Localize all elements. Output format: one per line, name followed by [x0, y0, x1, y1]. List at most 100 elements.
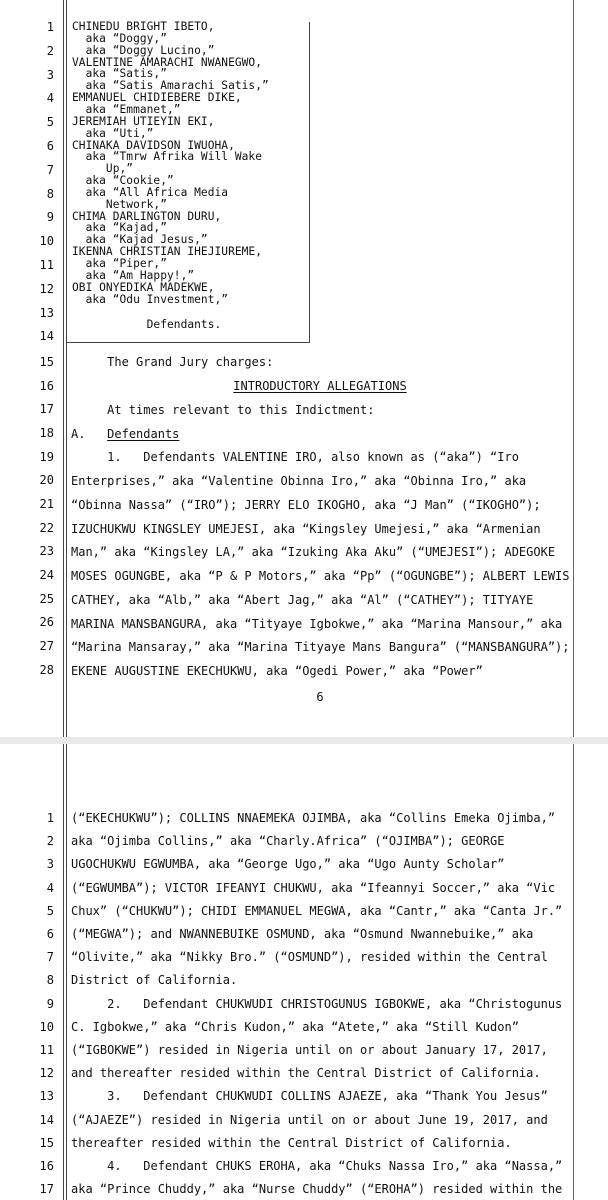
body-line-27: “Marina Mansaray,” aka “Marina Tityaye M… — [71, 640, 570, 654]
line-number: 8 — [46, 186, 54, 201]
line-number: 10 — [39, 234, 54, 249]
caption-line: aka “Doggy Lucino,” — [72, 43, 215, 57]
body-line: 2. Defendant CHUKWUDI CHRISTOGUNUS IGBOK… — [71, 996, 563, 1011]
body-line-19: 1. Defendants VALENTINE IRO, also known … — [71, 450, 519, 464]
line-number: 23 — [39, 544, 54, 559]
caption-line: Network,” — [72, 197, 167, 211]
caption-line: Defendants. — [72, 318, 222, 331]
line-number: 11 — [39, 1043, 54, 1057]
right-margin-rule — [573, 744, 574, 1200]
line-number: 3 — [46, 857, 54, 872]
document-page-6: 1 2 3 4 5 6 7 8 9 10 11 12 13 14 15 16 17 18 19 20 21 22 23 24 2… — [0, 0, 608, 737]
body-line-21: “Obinna Nassa” (“IRO”); JERRY ELO IKOGHO… — [71, 498, 541, 512]
body-line: and thereafter resided within the Centra… — [71, 1066, 541, 1081]
line-number: 7 — [46, 162, 54, 177]
body-line: thereafter resided within the Central Di… — [71, 1135, 512, 1150]
line-number: 15 — [39, 1135, 54, 1150]
line-number: 27 — [39, 639, 54, 654]
caption-line: aka “Am Happy!,” — [72, 268, 195, 282]
line-number: 7 — [46, 950, 54, 965]
line-number: 1 — [46, 20, 54, 34]
body-line: C. Igbokwe,” aka “Chris Kudon,” aka “Ate… — [71, 1019, 519, 1034]
line-number: 10 — [39, 1019, 54, 1034]
caption-line: aka “Emmanet,” — [72, 102, 181, 116]
line-number: 4 — [46, 91, 54, 106]
line-number: 11 — [39, 258, 54, 272]
defendants-subheading: Defendants — [107, 427, 180, 441]
line-number: 9 — [46, 210, 54, 225]
line-number: 8 — [46, 973, 54, 988]
subsection-a: A. Defendants — [71, 427, 179, 441]
body-line-25: CATHEY, aka “Alb,” aka “Abert Jag,” aka … — [71, 593, 534, 607]
body-line-22: IZUCHUKWU KINGSLEY UMEJESI, aka “Kingsle… — [71, 522, 541, 536]
line-number: 17 — [39, 1182, 54, 1197]
line-number: 21 — [39, 497, 54, 512]
body-line: District of California. — [71, 973, 238, 988]
introductory-allegations-heading: INTRODUCTORY ALLEGATIONS — [233, 379, 407, 393]
line-number: 26 — [39, 615, 54, 630]
body-line: (“EKECHUKWU”); COLLINS NNAEMEKA OJIMBA, … — [71, 811, 556, 825]
caption-line: aka “All Africa Media — [72, 185, 229, 199]
line-number: 16 — [39, 1159, 54, 1173]
line-number: 19 — [39, 449, 54, 464]
body-line: UGOCHUKWU EGWUMBA, aka “George Ugo,” aka… — [71, 857, 505, 872]
caption-line: aka “Doggy,” — [72, 31, 167, 45]
page-number: 6 — [316, 690, 324, 704]
left-margin-rule-inner — [66, 744, 67, 1200]
body-line-26: MARINA MANSBANGURA, aka “Tityaye Igbokwe… — [71, 617, 563, 631]
section-heading: INTRODUCTORY ALLEGATIONS — [67, 379, 573, 393]
times-relevant-line: At times relevant to this Indictment: — [71, 403, 375, 417]
body-line: aka “Prince Chuddy,” aka “Nurse Chuddy” … — [71, 1182, 563, 1197]
caption-line: aka “Uti,” — [72, 126, 154, 140]
body-line: (“IGBOKWE”) resided in Nigeria until on … — [71, 1043, 548, 1057]
body-line-23: Man,” aka “Kingsley LA,” aka “Izuking Ak… — [71, 545, 556, 559]
line-number: 2 — [46, 43, 54, 58]
body-line: “Olivite,” aka “Nikky Bro.” (“OSMUND”), … — [71, 950, 548, 965]
page-break — [0, 737, 608, 744]
line-number: 1 — [46, 811, 54, 825]
caption-box-bottom-border — [67, 342, 310, 343]
line-number: 20 — [39, 473, 54, 488]
line-number: 15 — [39, 355, 54, 369]
body-line-28: EKENE AUGUSTINE EKECHUKWU, aka “Ogedi Po… — [71, 664, 483, 678]
line-number: 6 — [46, 139, 54, 153]
line-number: 17 — [39, 402, 54, 417]
line-number: 12 — [39, 281, 54, 296]
body-line-20: Enterprises,” aka “Valentine Obinna Iro,… — [71, 474, 527, 488]
line-number: 4 — [46, 880, 54, 895]
line-number: 16 — [39, 378, 54, 393]
line-number: 5 — [46, 903, 54, 918]
line-number: 3 — [46, 67, 54, 82]
line-number: 22 — [39, 520, 54, 535]
line-number: 25 — [39, 591, 54, 606]
body-line-24: MOSES OGUNGBE, aka “P & P Motors,” aka “… — [71, 569, 570, 583]
caption-line: JEREMIAH UTIEYIN EKI, — [72, 114, 215, 128]
line-number: 14 — [39, 1112, 54, 1127]
line-number: 13 — [39, 1089, 54, 1104]
body-line: (“MEGWA”); and NWANNEBUIKE OSMUND, aka “… — [71, 927, 534, 941]
grand-jury-charges: The Grand Jury charges: — [71, 355, 274, 369]
left-margin-rule-inner — [66, 0, 67, 737]
line-number: 28 — [39, 662, 54, 677]
line-number: 2 — [46, 834, 54, 849]
line-number: 13 — [39, 305, 54, 320]
caption-line: OBI ONYEDIKA MADEKWE, — [72, 280, 215, 294]
line-number: 14 — [39, 329, 54, 344]
body-line: aka “Ojimba Collins,” aka “Charly.Africa… — [71, 834, 505, 849]
body-line: (“AJAEZE”) resided in Nigeria until on o… — [71, 1112, 548, 1127]
body-line: (“EGWUMBA”); VICTOR IFEANYI CHUKWU, aka … — [71, 880, 556, 895]
right-margin-rule — [573, 0, 574, 737]
subsection-marker: A. — [71, 427, 86, 441]
document-page-7: 1 (“EKECHUKWU”); COLLINS NNAEMEKA OJIMBA,… — [0, 744, 608, 1200]
body-line: Chux” (“CHUKWU”); CHIDI EMMANUEL MEGWA, … — [71, 903, 563, 918]
body-line: 3. Defendant CHUKWUDI COLLINS AJAEZE, ak… — [71, 1089, 548, 1104]
line-number: 24 — [39, 568, 54, 583]
left-margin-rule — [63, 744, 64, 1200]
body-line: 4. Defendant CHUKS EROHA, aka “Chuks Nas… — [71, 1159, 563, 1173]
line-number: 18 — [39, 426, 54, 441]
line-number: 12 — [39, 1066, 54, 1081]
caption-box-right-border — [309, 22, 310, 343]
line-number: 6 — [46, 927, 54, 941]
left-margin-rule — [63, 0, 64, 737]
caption-line: aka “Odu Investment,” — [72, 292, 229, 306]
